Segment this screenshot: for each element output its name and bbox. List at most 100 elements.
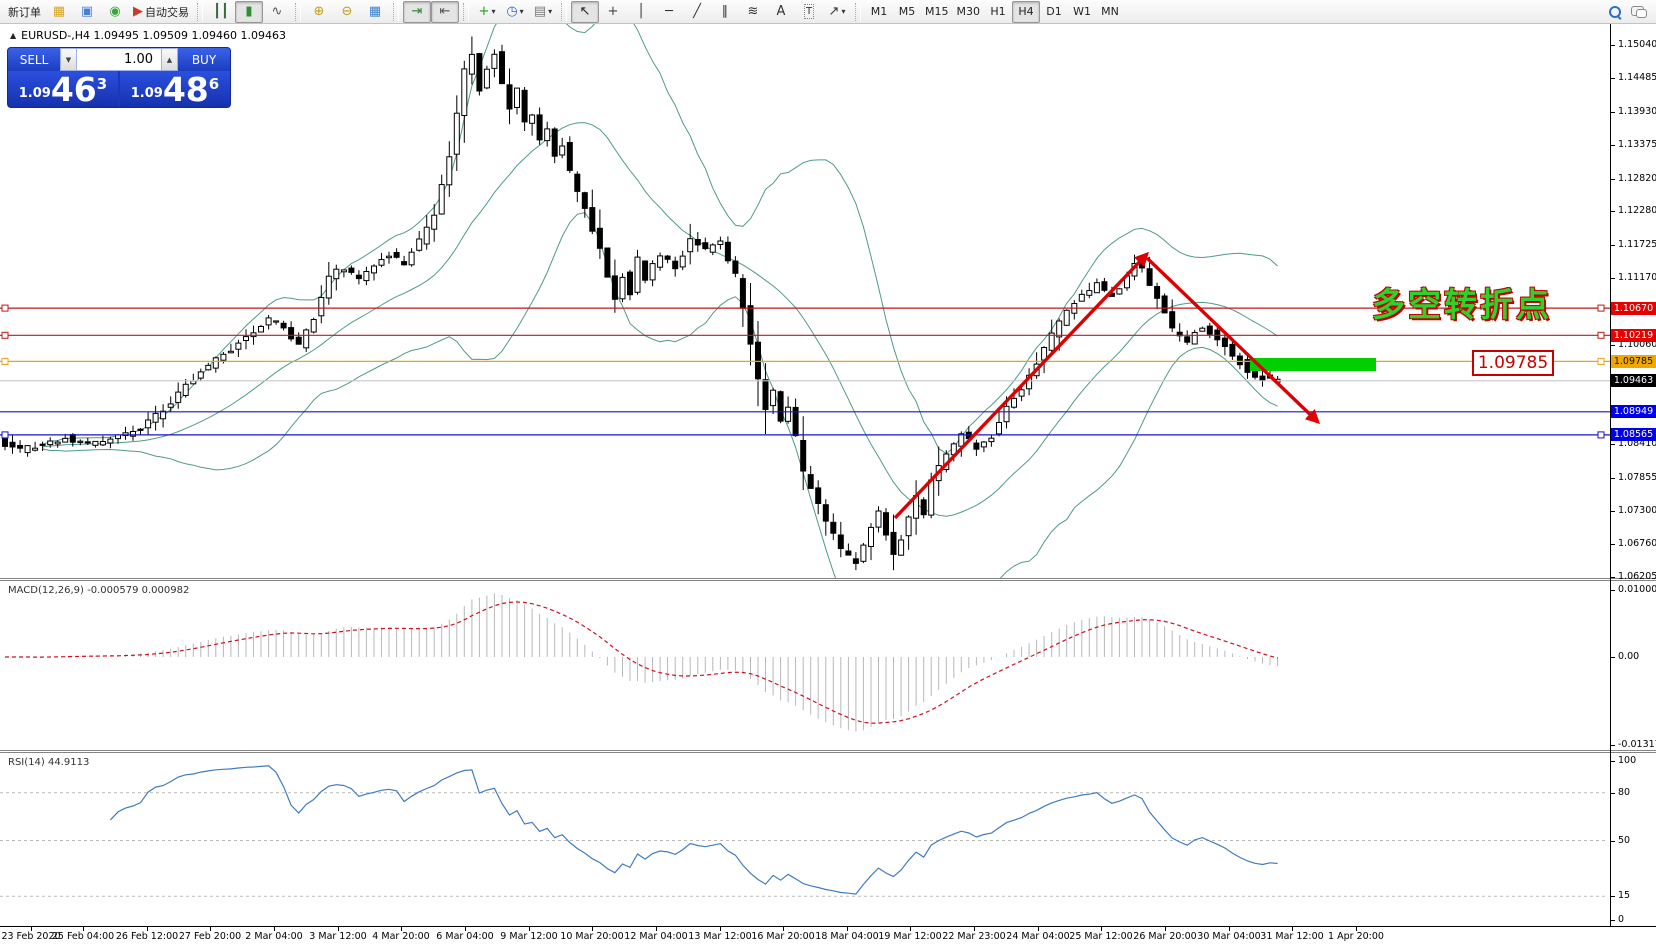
bull-candle: [492, 54, 497, 68]
new-order-button[interactable]: 新订单: [4, 1, 45, 23]
hline-handle[interactable]: [2, 432, 8, 438]
hline-handle[interactable]: [2, 305, 8, 311]
vertical-line-icon: │: [637, 5, 645, 18]
trendline-button[interactable]: ╱: [683, 1, 711, 23]
hline-handle[interactable]: [1598, 358, 1604, 364]
bull-candle: [1057, 321, 1062, 337]
candlestick-button[interactable]: ▮: [235, 1, 263, 23]
time-tick: 24 Mar 04:00: [1006, 931, 1069, 942]
zoom-in-button[interactable]: ⊕: [305, 1, 333, 23]
tf-h1-button[interactable]: H1: [984, 1, 1012, 23]
bear-candle: [838, 535, 843, 549]
bull-candle: [1004, 406, 1009, 421]
vertical-line-button[interactable]: │: [627, 1, 655, 23]
bear-candle: [763, 380, 768, 410]
auto-scroll-button[interactable]: ⇥: [403, 1, 431, 23]
down-trend-arrow[interactable]: [1147, 258, 1318, 422]
toolbar-separator: [393, 3, 399, 21]
templates-button[interactable]: ▤▾: [529, 1, 557, 23]
price-tick: 1.13375: [1618, 139, 1656, 150]
highlight-zone-rect[interactable]: [1250, 358, 1376, 371]
bull-candle: [1012, 398, 1017, 407]
bull-candle: [981, 442, 986, 447]
bear-candle: [477, 54, 482, 91]
crosshair-icon: +: [608, 5, 619, 18]
toolbar-separator: [855, 3, 861, 21]
tf-h4-button[interactable]: H4: [1012, 1, 1040, 23]
hline-handle[interactable]: [1598, 305, 1604, 311]
bull-candle: [906, 517, 911, 536]
bear-candle: [1185, 337, 1190, 342]
tf-d1-button[interactable]: D1: [1040, 1, 1068, 23]
rsi-tick-mark: [1611, 841, 1615, 842]
text-button[interactable]: A: [767, 1, 795, 23]
macd-tick: -0.013171: [1618, 739, 1656, 750]
macd-histogram: [5, 593, 1278, 731]
autotrading-button[interactable]: ▶自动交易: [129, 1, 193, 23]
bear-candle: [725, 242, 730, 260]
bear-candle: [281, 323, 286, 328]
tf-mn-button[interactable]: MN: [1096, 1, 1124, 23]
fibonacci-button[interactable]: ≋: [739, 1, 767, 23]
periods-button[interactable]: ◷▾: [501, 1, 529, 23]
bull-candle: [108, 439, 113, 443]
rsi-pane-canvas[interactable]: [0, 753, 1610, 926]
price-tick: 1.07300: [1618, 505, 1656, 516]
bar-chart-button[interactable]: ┃┃: [207, 1, 235, 23]
tf-h1-button-label: H1: [990, 5, 1005, 18]
cursor-button[interactable]: ↖: [571, 1, 599, 23]
price-tick-mark: [1611, 145, 1615, 146]
tf-w1-button[interactable]: W1: [1068, 1, 1096, 23]
terminal-icon[interactable]: ▣: [73, 1, 101, 23]
price-tag-1.10219: 1.10219: [1611, 329, 1656, 342]
signals-icon[interactable]: ◉: [101, 1, 129, 23]
price-tick-mark: [1611, 179, 1615, 180]
pane-divider-macd[interactable]: [0, 578, 1656, 581]
bull-candle: [311, 320, 316, 333]
profiles-icon[interactable]: ▦: [45, 1, 73, 23]
zoom-out-button[interactable]: ⊖: [333, 1, 361, 23]
bull-candle: [718, 241, 723, 245]
crosshair-button[interactable]: +: [599, 1, 627, 23]
hline-handle[interactable]: [1598, 332, 1604, 338]
toolbar-separator: [463, 3, 469, 21]
bear-candle: [10, 442, 15, 447]
bull-candle: [635, 257, 640, 292]
arrows-button[interactable]: ↗▾: [823, 1, 851, 23]
horizontal-line-button[interactable]: ─: [655, 1, 683, 23]
price-tick-mark: [1611, 444, 1615, 445]
main-chart-canvas[interactable]: [0, 24, 1610, 579]
bull-candle: [244, 337, 249, 341]
line-chart-button[interactable]: ∿: [263, 1, 291, 23]
time-axis[interactable]: 23 Feb 202025 Feb 04:0026 Feb 12:0027 Fe…: [0, 926, 1656, 944]
zoom-in-icon: ⊕: [314, 5, 325, 18]
bear-candle: [296, 337, 301, 344]
channel-button[interactable]: ∥: [711, 1, 739, 23]
hline-handle[interactable]: [2, 332, 8, 338]
bull-candle: [63, 438, 68, 442]
macd-tick: 0.010002: [1618, 584, 1656, 595]
tile-windows-button[interactable]: ▦: [361, 1, 389, 23]
time-tick: 10 Mar 20:00: [560, 931, 623, 942]
indicators-button[interactable]: +▾: [473, 1, 501, 23]
turning-point-annotation: 多空转折点: [1372, 278, 1552, 326]
time-tick: 27 Feb 20:00: [179, 931, 241, 942]
price-tick: 1.13930: [1618, 106, 1656, 117]
bear-candle: [703, 243, 708, 249]
tf-m15-button[interactable]: M15: [921, 1, 953, 23]
autotrading-icon: ▶: [133, 5, 143, 18]
tf-m30-button[interactable]: M30: [953, 1, 985, 23]
price-axis[interactable]: 1.150401.144851.139301.133751.128201.122…: [1611, 0, 1656, 944]
tf-m1-button[interactable]: M1: [865, 1, 893, 23]
terminal-icon-icon: ▣: [81, 5, 93, 18]
rsi-tick: 0: [1618, 914, 1624, 925]
chart-shift-button[interactable]: ⇤: [431, 1, 459, 23]
hline-handle[interactable]: [2, 358, 8, 364]
text-label-button[interactable]: T: [795, 1, 823, 23]
price-tag-1.09463: 1.09463: [1611, 374, 1656, 387]
hline-handle[interactable]: [1598, 432, 1604, 438]
tf-m5-button[interactable]: M5: [893, 1, 921, 23]
bull-candle: [771, 390, 776, 405]
price-tick: 1.11170: [1618, 272, 1656, 283]
macd-pane-canvas[interactable]: [0, 582, 1610, 750]
